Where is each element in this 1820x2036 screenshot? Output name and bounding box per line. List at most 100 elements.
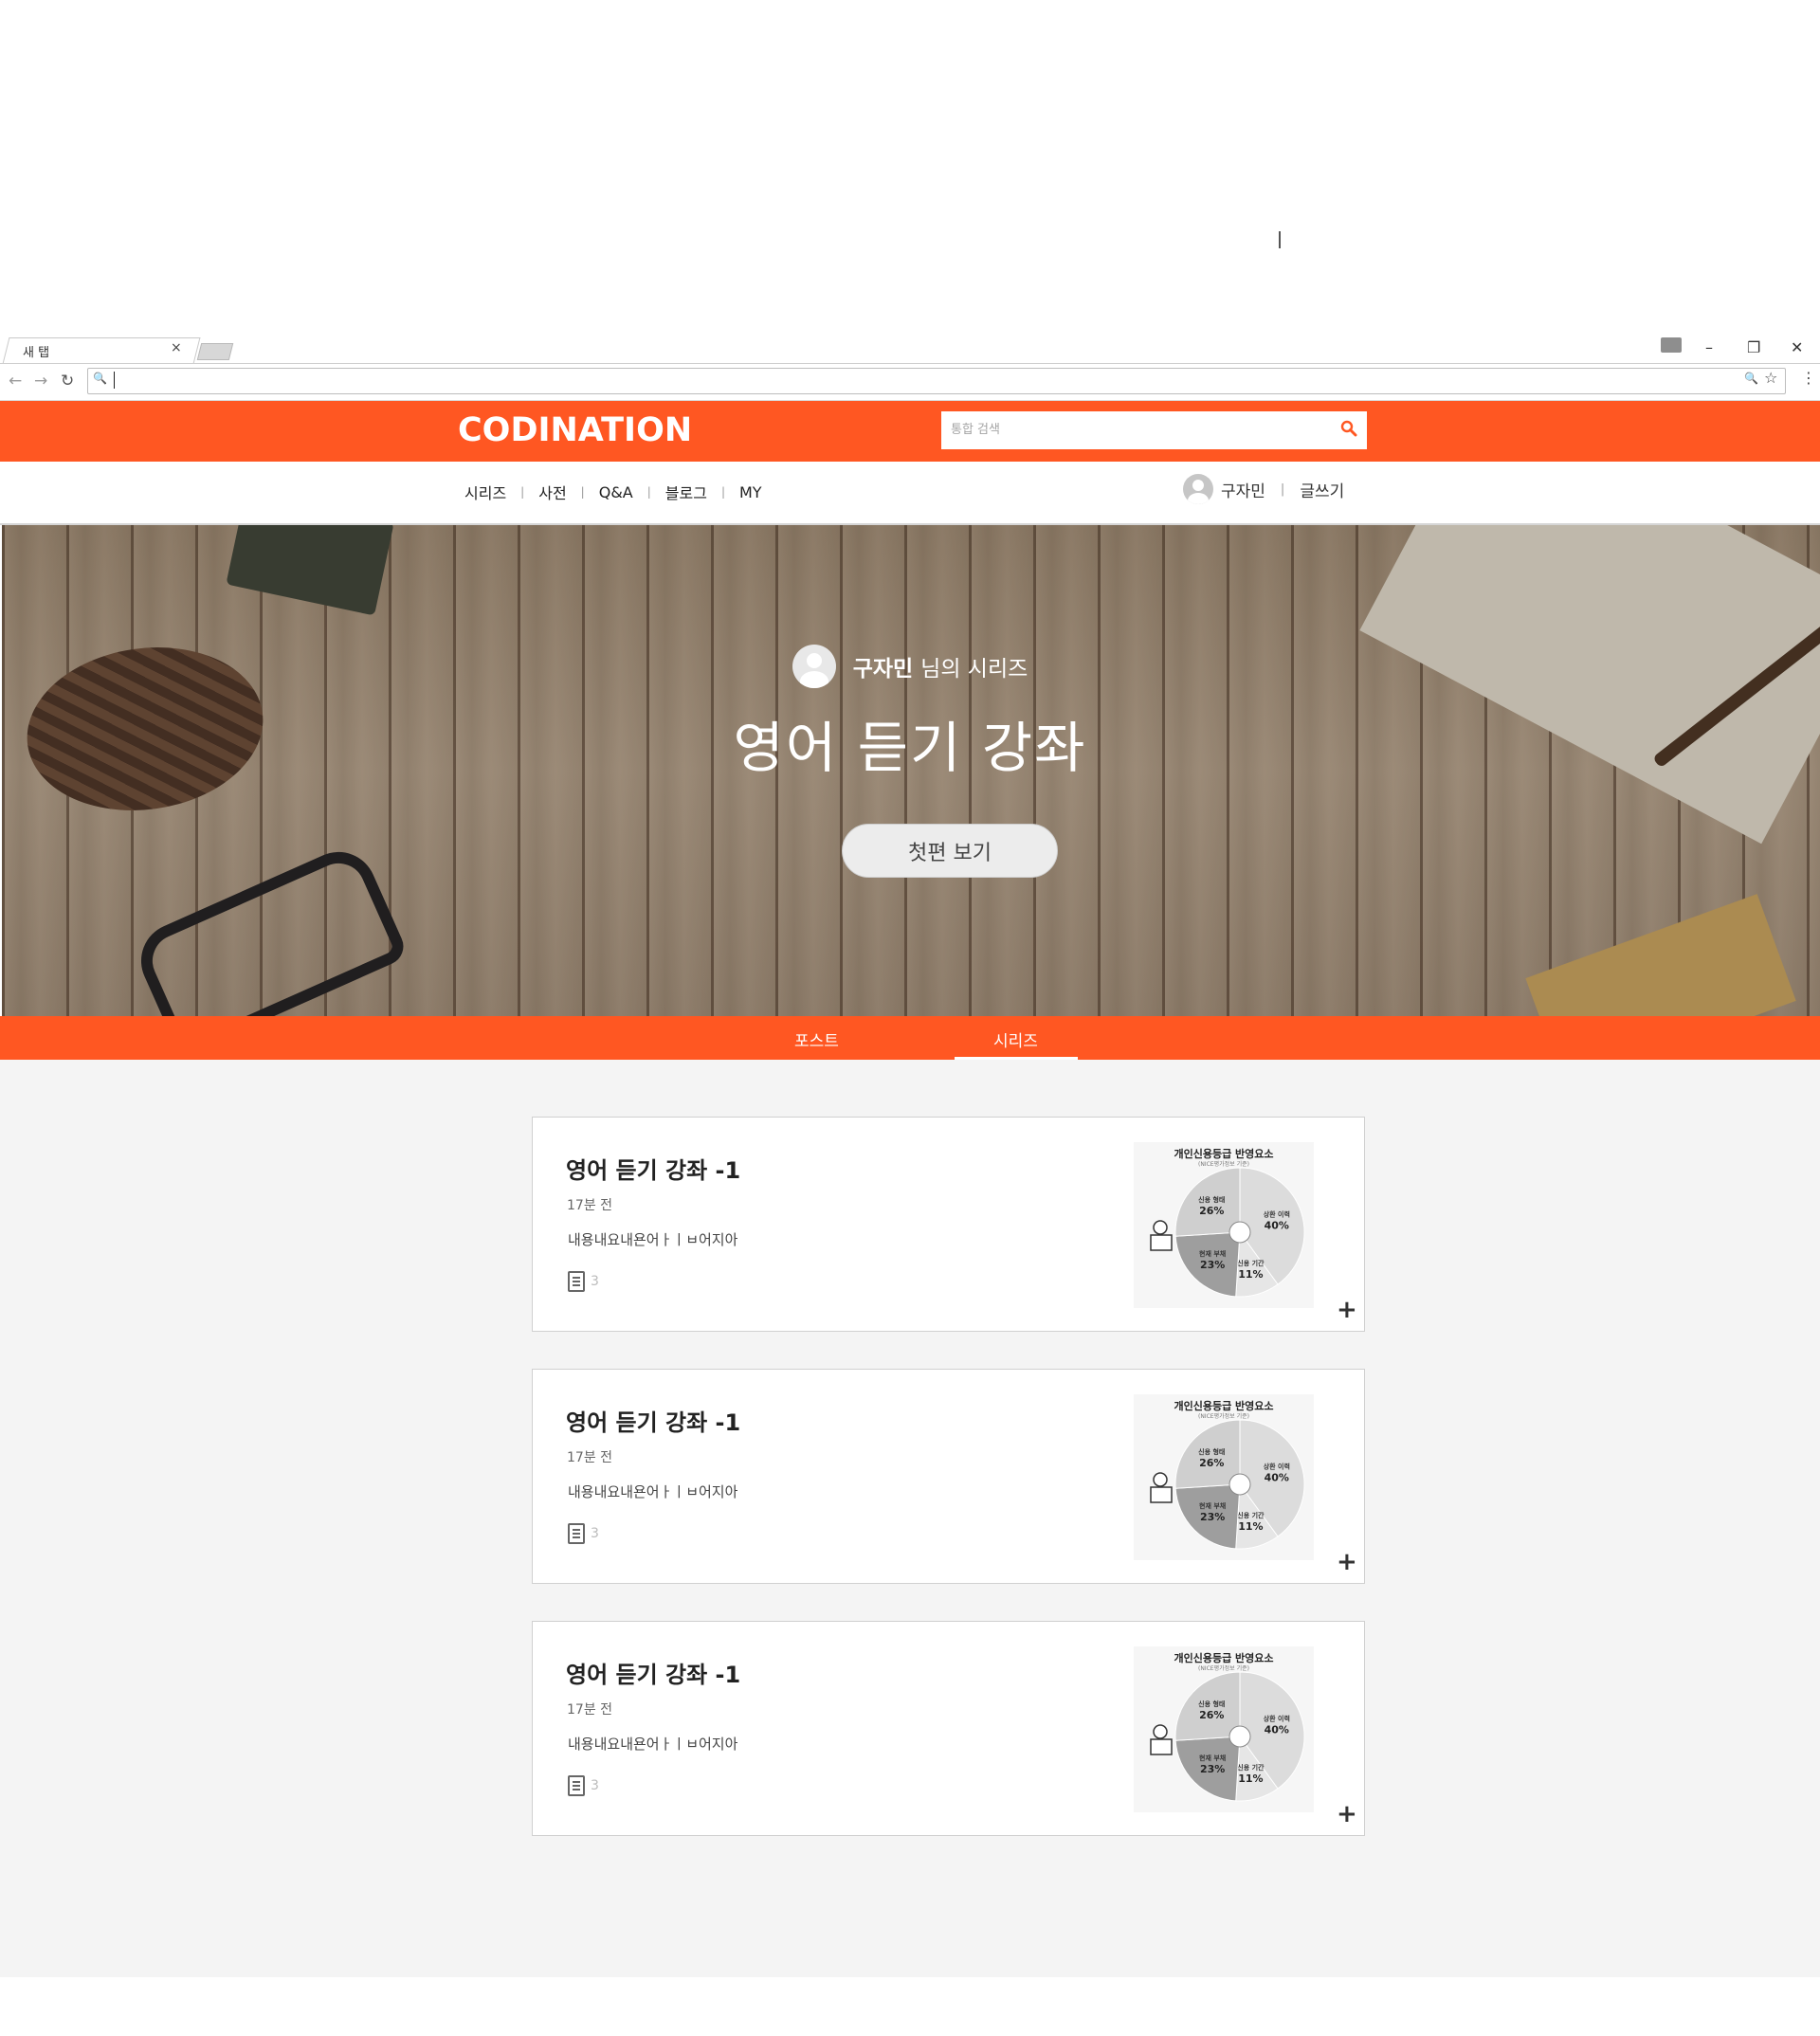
pie-slice-label: 신용 형태 [1198,1447,1225,1456]
card-title[interactable]: 영어 듣기 강좌 -1 [566,1404,740,1437]
post-count: 3 [568,1523,599,1544]
pie-slice-label: 상환 이력 [1264,1462,1290,1470]
menu-separator: | [580,485,585,499]
person-illustration-head [1153,1472,1168,1487]
person-illustration-head [1153,1724,1168,1739]
card-time: 17분 전 [567,1198,613,1213]
tab-series[interactable]: 시리즈 [993,1027,1038,1051]
add-icon[interactable]: + [1337,1802,1357,1827]
post-count: 3 [568,1271,599,1292]
pie-slice-value: 40% [1265,1723,1289,1736]
pie-slice-label: 현재 부채 [1199,1754,1226,1762]
post-count: 3 [568,1775,599,1796]
search-icon[interactable] [1340,420,1357,437]
site-logo[interactable]: CODINATION [458,411,692,449]
series-card[interactable]: 영어 듣기 강좌 -1 17분 전 내용내요내욘어ㅏㅣㅂ어지아 3 개인신용등급… [532,1369,1365,1584]
menu-separator: | [720,485,725,499]
main-menu: 시리즈 | 사전 | Q&A | 블로그 | MY [464,481,762,503]
person-illustration-body [1150,1234,1173,1251]
pie-slice-value: 26% [1199,1457,1224,1469]
pie-slice-value: 23% [1200,1511,1225,1523]
card-title[interactable]: 영어 듣기 강좌 -1 [566,1152,740,1185]
series-card[interactable]: 영어 듣기 강좌 -1 17분 전 내용내요내욘어ㅏㅣㅂ어지아 3 개인신용등급… [532,1621,1365,1836]
pie-slice-value: 11% [1238,1772,1263,1785]
tab-close-icon[interactable]: × [171,340,182,355]
add-icon[interactable]: + [1337,1298,1357,1322]
bookmark-star-icon[interactable]: ☆ [1764,369,1777,387]
person-illustration-body [1150,1486,1173,1503]
card-thumbnail[interactable]: 개인신용등급 반영요소 (NICE평가정보 기준) 상환 이력 40% 신용 기간 1… [1134,1394,1314,1560]
browser-tabstrip [0,334,1820,363]
card-body: 내용내요내욘어ㅏㅣㅂ어지아 [568,1736,738,1753]
search-box[interactable] [941,411,1367,449]
new-tab-button[interactable] [196,343,234,360]
profile-icon[interactable] [1661,337,1682,353]
pie-slice-label: 신용 기간 [1237,1763,1265,1772]
pie-slice-label: 현재 부채 [1199,1501,1226,1510]
add-icon[interactable]: + [1337,1550,1357,1574]
address-bar[interactable] [87,368,1786,394]
pie-slice-value: 26% [1199,1205,1224,1217]
close-window-button[interactable]: ✕ [1791,338,1803,356]
pie-slice-label: 상환 이력 [1264,1209,1290,1218]
browser-menu-icon[interactable]: ⋮ [1801,369,1816,387]
author-suffix: 님의 시리즈 [920,657,1028,682]
user-name[interactable]: 구자민 [1221,478,1265,501]
menu-item-qna[interactable]: Q&A [599,483,633,501]
pie-slice-label: 신용 기간 [1237,1511,1265,1519]
thumbnail-pie: 상환 이력40% 신용 기간11% 현재 부채23% 신용 형태26% [1150,1419,1305,1550]
card-title[interactable]: 영어 듣기 강좌 -1 [566,1656,740,1689]
card-thumbnail[interactable]: 개인신용등급 반영요소 (NICE평가정보 기준) 상환 이력 40% 신용 기간 1… [1134,1646,1314,1812]
pie-center [1228,1725,1251,1748]
pie-slice-label: 신용 형태 [1198,1700,1225,1708]
menu-separator: | [520,485,525,499]
person-illustration-body [1150,1738,1173,1755]
omnibox-search-icon: 🔍 [93,372,107,385]
card-body: 내용내요내욘어ㅏㅣㅂ어지아 [568,1483,738,1500]
pie-slice-value: 11% [1238,1268,1263,1281]
author-name: 구자민 [852,657,914,682]
sub-navigation [0,462,1820,525]
reload-icon[interactable]: ↻ [61,372,74,391]
series-author: 구자민 님의 시리즈 [0,645,1820,688]
menu-separator: | [646,485,651,499]
menu-item-dictionary[interactable]: 사전 [538,481,566,503]
pie-slice-value: 11% [1238,1520,1263,1533]
post-count-value: 3 [591,1778,599,1793]
post-count-value: 3 [591,1274,599,1289]
person-illustration-head [1153,1220,1168,1235]
menu-item-blog[interactable]: 블로그 [665,481,707,503]
document-icon [568,1775,585,1796]
card-time: 17분 전 [567,1450,613,1465]
card-body: 내용내요내욘어ㅏㅣㅂ어지아 [568,1231,738,1248]
pie-slice-value: 26% [1199,1709,1224,1721]
pie-slice-label: 상환 이력 [1264,1714,1290,1722]
content-tabs [0,1016,1820,1060]
menu-item-series[interactable]: 시리즈 [464,481,506,503]
search-input[interactable] [941,411,1330,447]
address-caret [114,372,115,389]
first-episode-button[interactable]: 첫편 보기 [842,824,1058,878]
restore-button[interactable]: ❐ [1747,338,1760,356]
pie-slice-value: 40% [1265,1219,1289,1231]
series-card[interactable]: 영어 듣기 강좌 -1 17분 전 내용내요내욘어ㅏㅣㅂ어지아 3 개인신용등급… [532,1117,1365,1332]
text-caret [1279,231,1281,248]
pie-slice-label: 현재 부채 [1199,1249,1226,1258]
menu-item-my[interactable]: MY [739,483,762,501]
thumbnail-pie: 상환 이력40% 신용 기간11% 현재 부채23% 신용 형태26% [1150,1167,1305,1298]
pie-slice-label: 신용 형태 [1198,1195,1225,1204]
user-separator: | [1280,482,1285,497]
document-icon [568,1271,585,1292]
minimize-button[interactable]: – [1705,338,1713,356]
write-link[interactable]: 글쓰기 [1300,478,1344,501]
pie-center [1228,1221,1251,1244]
user-avatar-icon[interactable] [1183,474,1213,504]
pie-slice-value: 23% [1200,1763,1225,1775]
tab-posts[interactable]: 포스트 [794,1027,839,1051]
card-thumbnail[interactable]: 개인신용등급 반영요소 (NICE평가정보 기준) 상환 이력 40% 신용 기간 1… [1134,1142,1314,1308]
zoom-icon[interactable]: 🔍 [1744,372,1758,385]
forward-icon[interactable]: → [34,372,47,391]
browser-tab-title: 새 탭 [23,346,50,360]
pie-center [1228,1473,1251,1496]
back-icon[interactable]: ← [9,372,22,391]
